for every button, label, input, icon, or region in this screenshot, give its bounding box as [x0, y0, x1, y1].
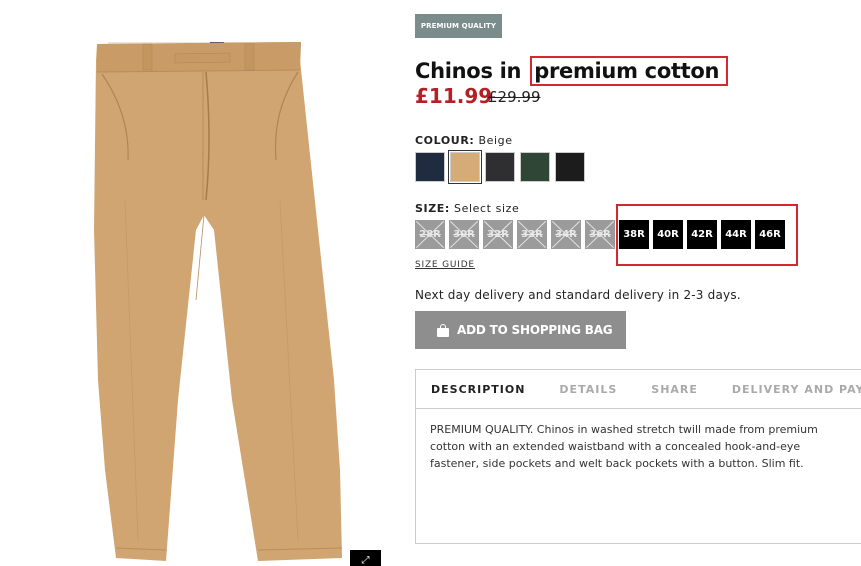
- shopping-bag-icon: [437, 324, 449, 337]
- tab-share[interactable]: SHARE: [651, 383, 698, 396]
- colour-swatch-dark-green[interactable]: [520, 152, 550, 182]
- size-option-32r[interactable]: 32R: [483, 220, 513, 249]
- product-image[interactable]: ⤢: [0, 0, 400, 566]
- tab-delivery-and-payment[interactable]: DELIVERY AND PAYMENT: [732, 383, 861, 396]
- sale-price: £11.99: [415, 84, 493, 108]
- colour-label: COLOUR: Beige: [415, 134, 513, 147]
- original-price: £29.99: [488, 88, 541, 106]
- description-text: PREMIUM QUALITY. Chinos in washed stretc…: [430, 423, 818, 470]
- title-highlight: premium cotton: [530, 56, 729, 86]
- size-placeholder: Select size: [454, 202, 520, 215]
- add-to-bag-button[interactable]: ADD TO SHOPPING BAG: [415, 311, 626, 349]
- colour-swatch-navy[interactable]: [415, 152, 445, 182]
- size-option-33r[interactable]: 33R: [517, 220, 547, 249]
- title-prefix: Chinos in: [415, 59, 522, 83]
- size-label: SIZE: Select size: [415, 202, 520, 215]
- product-info-panel: DESCRIPTION DETAILS SHARE DELIVERY AND P…: [415, 369, 861, 544]
- size-option-34r[interactable]: 34R: [551, 220, 581, 249]
- add-to-bag-label: ADD TO SHOPPING BAG: [457, 323, 613, 337]
- size-option-36r[interactable]: 36R: [585, 220, 615, 249]
- size-guide-link[interactable]: SIZE GUIDE: [415, 260, 475, 270]
- colour-swatch-dark-grey[interactable]: [485, 152, 515, 182]
- available-sizes-highlight: [616, 204, 798, 266]
- chinos-image: [94, 42, 343, 561]
- product-title: Chinos in premium cotton: [415, 56, 729, 86]
- size-option-30r[interactable]: 30R: [449, 220, 479, 249]
- size-option-28r[interactable]: 28R: [415, 220, 445, 249]
- tab-details[interactable]: DETAILS: [559, 383, 617, 396]
- colour-swatch-black[interactable]: [555, 152, 585, 182]
- premium-quality-badge: PREMIUM QUALITY: [415, 14, 502, 38]
- selected-colour: Beige: [478, 134, 513, 147]
- tab-description[interactable]: DESCRIPTION: [431, 383, 525, 396]
- expand-icon[interactable]: ⤢: [350, 550, 381, 566]
- info-tabs: DESCRIPTION DETAILS SHARE DELIVERY AND P…: [416, 370, 861, 409]
- colour-swatch-beige[interactable]: [448, 150, 482, 184]
- delivery-info: Next day delivery and standard delivery …: [415, 288, 741, 302]
- colour-swatches: [415, 150, 585, 184]
